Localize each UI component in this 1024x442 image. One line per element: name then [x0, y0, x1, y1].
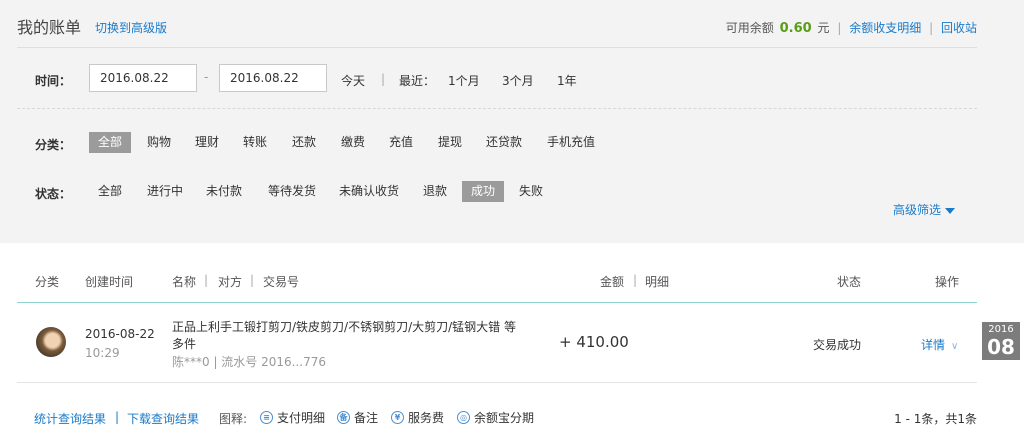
- pagination-info: 1 - 1条，共1条: [894, 412, 977, 426]
- download-query-link[interactable]: 下载查询结果: [127, 410, 199, 427]
- balance-label: 可用余额: [725, 21, 774, 35]
- note-icon: 备: [337, 411, 350, 424]
- col-name: 名称: [172, 275, 197, 289]
- advanced-filter-toggle[interactable]: 高级筛选: [893, 201, 956, 218]
- col-separator: |: [250, 273, 255, 287]
- balance-detail-link[interactable]: 余额收支明细: [849, 21, 921, 35]
- caret-down-icon: [945, 207, 956, 214]
- footer-separator: |: [115, 410, 120, 424]
- status-success[interactable]: 成功: [462, 181, 504, 202]
- today-link[interactable]: 今天: [341, 72, 365, 89]
- page-title: 我的账单: [17, 18, 82, 37]
- chevron-down-icon: ∨: [951, 341, 959, 352]
- category-transfer[interactable]: 转账: [237, 132, 273, 153]
- time-label: 时间：: [35, 74, 72, 88]
- category-all[interactable]: 全部: [89, 132, 131, 153]
- service-fee-icon: ¥: [391, 411, 404, 424]
- balance-value: 0.60: [779, 21, 812, 36]
- col-created: 创建时间: [85, 275, 134, 289]
- category-repayment[interactable]: 还款: [286, 132, 322, 153]
- category-loan-repayment[interactable]: 还贷款: [481, 132, 527, 153]
- col-counterparty: 对方: [218, 275, 243, 289]
- date-badge-year: 2016: [988, 324, 1014, 335]
- row-date: 2016-08-22: [85, 327, 155, 341]
- status-refund[interactable]: 退款: [417, 181, 453, 202]
- status-in-progress[interactable]: 进行中: [143, 181, 187, 202]
- col-separator: |: [204, 273, 209, 287]
- switch-advanced-link[interactable]: 切换到高级版: [95, 19, 167, 36]
- col-action: 操作: [935, 275, 960, 289]
- row-amount: + 410.00: [559, 333, 629, 351]
- status-label: 状态：: [35, 187, 72, 201]
- filter-panel: 我的账单 切换到高级版 可用余额 0.60 元 | 余额收支明细 | 回收站 时…: [0, 0, 1024, 243]
- row-time: 10:29: [85, 346, 120, 360]
- range-3-months[interactable]: 3个月: [502, 72, 534, 89]
- table-row: 2016-08-22 10:29 正品上利手工锻打剪刀/铁皮剪刀/不锈钢剪刀/大…: [17, 303, 977, 383]
- status-all[interactable]: 全部: [92, 181, 128, 202]
- balance-area: 可用余额 0.60 元 | 余额收支明细 | 回收站: [726, 19, 977, 36]
- start-date-input[interactable]: [89, 64, 197, 92]
- end-date-input[interactable]: [219, 64, 327, 92]
- status-unpaid[interactable]: 未付款: [202, 181, 246, 202]
- col-separator: |: [633, 273, 638, 287]
- row-status: 交易成功: [813, 338, 862, 352]
- row-item-name[interactable]: 正品上利手工锻打剪刀/铁皮剪刀/不锈钢剪刀/大剪刀/锰钢大错 等多件: [172, 319, 527, 353]
- balance-separator: |: [837, 21, 842, 35]
- col-category: 分类: [35, 275, 60, 289]
- status-failed[interactable]: 失败: [513, 181, 549, 202]
- legend-label: 图释:: [219, 412, 248, 426]
- balance-unit: 元: [817, 21, 830, 35]
- category-mobile-top-up[interactable]: 手机充值: [542, 132, 600, 153]
- legend-payment-detail: ≡ 支付明细: [260, 409, 325, 426]
- recent-label: 最近：: [399, 74, 436, 88]
- filter-divider: [17, 108, 977, 109]
- row-detail-label: 详情: [921, 338, 946, 352]
- category-finance[interactable]: 理财: [189, 132, 225, 153]
- col-amount: 金额: [600, 275, 625, 289]
- date-badge: 2016 08: [982, 322, 1020, 360]
- legend-note: 备备注: [337, 409, 378, 426]
- range-1-month[interactable]: 1个月: [448, 72, 480, 89]
- legend-service-fee: ¥ 服务费: [391, 409, 444, 426]
- page-header: 我的账单 切换到高级版 可用余额 0.60 元 | 余额收支明细 | 回收站: [17, 0, 977, 48]
- col-detail: 明细: [645, 275, 670, 289]
- stats-query-link[interactable]: 统计查询结果: [34, 410, 106, 427]
- advanced-filter-label: 高级筛选: [893, 203, 942, 217]
- category-label: 分类：: [35, 138, 72, 152]
- avatar: [36, 327, 66, 357]
- table-header: 分类 创建时间 名称 | 对方 | 交易号 金额 | 明细 状态 操作: [17, 263, 977, 303]
- time-separator: |: [381, 72, 386, 86]
- recycle-separator: |: [929, 21, 934, 35]
- yuebao-installment-icon: ◎: [457, 411, 470, 424]
- category-bill-payment[interactable]: 缴费: [335, 132, 371, 153]
- date-badge-month: 08: [987, 335, 1015, 359]
- table-footer: 统计查询结果 | 下载查询结果 图释: ≡ 支付明细 备备注 ¥ 服务费 ◎ 余额宝分…: [17, 408, 977, 428]
- status-unconfirmed-receipt[interactable]: 未确认收货: [335, 181, 403, 202]
- col-status: 状态: [837, 275, 862, 289]
- col-trade-no: 交易号: [263, 275, 300, 289]
- range-1-year[interactable]: 1年: [557, 72, 577, 89]
- row-meta: 陈***0 | 流水号 2016...776: [172, 355, 327, 369]
- category-withdraw[interactable]: 提现: [432, 132, 468, 153]
- category-top-up[interactable]: 充值: [383, 132, 419, 153]
- legend-yuebao-installment: ◎ 余额宝分期: [457, 409, 534, 426]
- payment-detail-icon: ≡: [260, 411, 273, 424]
- row-detail-link[interactable]: 详情 ∨: [921, 336, 958, 353]
- date-range-dash: -: [204, 70, 209, 84]
- recycle-bin-link[interactable]: 回收站: [941, 21, 977, 35]
- status-awaiting-shipment[interactable]: 等待发货: [263, 181, 321, 202]
- category-shopping[interactable]: 购物: [141, 132, 177, 153]
